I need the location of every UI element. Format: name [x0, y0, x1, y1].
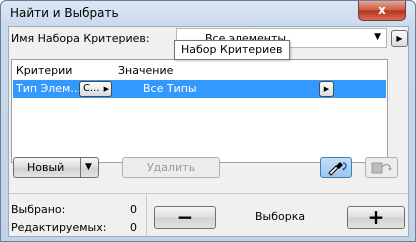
- selected-count-value: 0: [130, 203, 137, 216]
- title-bar[interactable]: Найти и Выбрать x: [1, 1, 415, 25]
- operator-label: C...: [83, 83, 100, 94]
- value-cell: Все Типы: [143, 82, 197, 95]
- chevron-right-icon: ▶: [396, 34, 403, 43]
- eyedropper-icon: [328, 162, 347, 176]
- criterion-cell: Тип Элем...: [16, 82, 81, 95]
- close-icon: x: [378, 3, 386, 17]
- delete-button-label: Удалить: [146, 161, 196, 174]
- new-button[interactable]: Новый ▼: [13, 157, 99, 178]
- criteria-set-label: Имя Набора Критериев:: [11, 32, 150, 45]
- criteria-set-more-button[interactable]: ▶: [391, 30, 408, 47]
- chevron-right-icon: ▶: [323, 85, 330, 93]
- selected-count-label: Выбрано:: [11, 203, 66, 216]
- editable-count-value: 0: [130, 221, 137, 234]
- add-to-selection-button[interactable]: +: [347, 206, 405, 229]
- chevron-right-icon: ▶: [103, 85, 109, 93]
- operator-button[interactable]: C... ▶: [79, 81, 112, 97]
- plus-icon: +: [367, 205, 385, 229]
- chevron-down-icon: ▼: [85, 162, 92, 172]
- split-divider: [80, 157, 81, 178]
- column-header-value: Значение: [118, 64, 174, 77]
- new-button-label: Новый: [27, 161, 65, 174]
- remove-from-selection-button[interactable]: −: [154, 206, 216, 229]
- eyedropper-button[interactable]: [320, 157, 352, 178]
- transfer-icon: [371, 162, 392, 174]
- table-row[interactable]: Тип Элем... C... ▶ Все Типы ▶: [13, 80, 386, 98]
- editable-count-label: Редактируемых:: [11, 221, 107, 234]
- chevron-down-icon: ▼: [374, 32, 381, 42]
- tooltip: Набор Критериев: [174, 40, 290, 60]
- criteria-list[interactable]: Критерии Значение Тип Элем... C... ▶ Все…: [11, 59, 388, 163]
- find-and-select-window: Найти и Выбрать x Имя Набора Критериев: …: [0, 0, 416, 242]
- selection-label: Выборка: [255, 210, 306, 223]
- transfer-parameters-button[interactable]: [365, 157, 398, 178]
- close-button[interactable]: x: [358, 1, 406, 21]
- column-header-criteria: Критерии: [16, 64, 73, 77]
- delete-button[interactable]: Удалить: [122, 157, 220, 178]
- minus-icon: −: [176, 205, 194, 229]
- value-picker-button[interactable]: ▶: [319, 81, 334, 97]
- window-title: Найти и Выбрать: [10, 6, 119, 20]
- section-divider-vertical: [146, 194, 147, 236]
- tooltip-text: Набор Критериев: [181, 43, 283, 56]
- section-divider: [9, 193, 408, 194]
